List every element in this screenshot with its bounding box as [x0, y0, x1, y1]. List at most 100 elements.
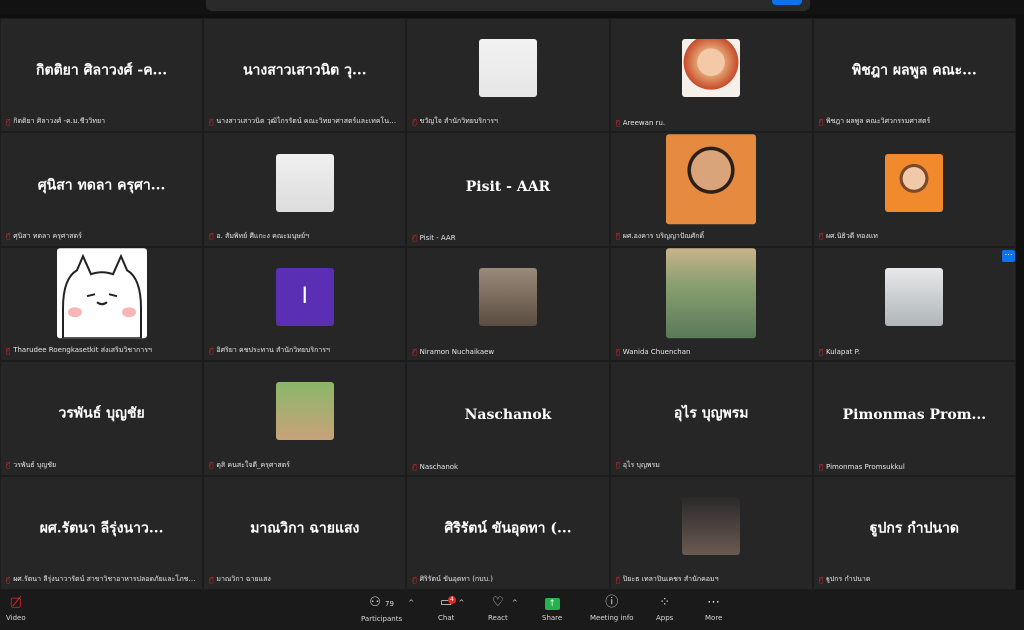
participant-tile[interactable]: ผศ.รัตนา ลีรุ่งนาว... 🎙̸ ผศ.รัตนา ลีรุ่งนา…: [0, 475, 204, 590]
participant-name: Naschanok: [419, 462, 459, 471]
participant-tile[interactable]: 🎙̸ ผศ.องคาร บริญญาปัณศักดิ์: [609, 132, 813, 247]
mic-muted-icon: 🎙̸: [209, 575, 214, 584]
participant-name-label: 🎙̸ Naschanok: [412, 463, 602, 471]
participant-name: Tharudee Roengkasetkit ส่งเสริมวิชาการฯ: [13, 346, 152, 355]
mic-muted-icon: 🎙̸: [615, 461, 620, 470]
mic-muted-icon: 🎙̸: [209, 117, 214, 126]
avatar-initial: I: [301, 284, 309, 310]
search-bar[interactable]: [206, 0, 810, 11]
mic-muted-icon: 🎙̸: [412, 575, 417, 584]
avatar: [275, 382, 334, 441]
share-button[interactable]: ↑ Share: [542, 595, 562, 622]
chat-button[interactable]: ▭ 4 Chat ^: [438, 595, 464, 622]
participant-display-name: พิชฎา ผลพูล คณะ...: [851, 62, 977, 79]
participant-tile[interactable]: I 🎙̸ อิศริยา คชประทาน สำนักวิทยบริการฯ: [203, 246, 407, 362]
participant-tile[interactable]: กิตติยา ศิลาวงศ์ -ค... 🎙̸ กิตติยา ศิลาวงศ์…: [0, 18, 204, 133]
chat-badge: 4: [448, 596, 456, 604]
participant-tile[interactable]: 🎙̸ Niramon Nuchaikaew: [406, 246, 610, 362]
participant-tile[interactable]: Naschanok 🎙̸ Naschanok: [406, 361, 610, 476]
participant-tile[interactable]: อุไร บุญพรม 🎙̸ อุไร บุญพรม: [609, 361, 813, 476]
more-button[interactable]: ⋯ More: [705, 595, 722, 622]
participant-name: ผศ.นิธิวดี ทองแท: [826, 231, 878, 240]
participant-tile[interactable]: ศิริรัตน์ ขันอุดทา (... 🎙̸ ศิริรัตน์ ขันอุ…: [406, 475, 610, 590]
participant-name-label: 🎙̸ Areewan ru.: [616, 119, 806, 127]
participant-tile[interactable]: 🎙̸ ขวัญใจ สำนักวิทยบริการฯ: [406, 18, 610, 133]
participant-tile[interactable]: ฐูปกร กำปนาด 🎙̸ ฐูปกร กำปนาด: [812, 475, 1016, 590]
participant-name-label: 🎙̸ ฐูปกร กำปนาด: [819, 574, 1009, 585]
mic-muted-icon: 🎙̸: [6, 232, 11, 241]
participant-name: ผศ.องคาร บริญญาปัณศักดิ์: [622, 231, 705, 240]
mic-muted-icon: 🎙̸: [615, 119, 620, 128]
participant-tile[interactable]: ศุนิสา ทดลา ครุศา... 🎙̸ ศุนิสา ทดลา ครุศาส…: [0, 132, 204, 247]
participant-tile[interactable]: 🎙̸ Kulapat P.: [812, 246, 1016, 362]
mic-muted-icon: 🎙̸: [818, 348, 823, 357]
participant-name-label: 🎙̸ วรพันธ์ บุญชัย: [6, 460, 196, 471]
avatar: [275, 153, 334, 212]
mic-muted-icon: 🎙̸: [412, 462, 417, 471]
chat-caret-icon[interactable]: ^: [458, 599, 464, 607]
participant-display-name: Naschanok: [464, 407, 552, 424]
participant-tile[interactable]: 🎙̸ ดุสิ คนสะใจดี_ครุศาสตร์: [203, 361, 407, 476]
top-bar: [0, 0, 1024, 14]
participant-name-label: 🎙̸ Pisit - AAR: [412, 234, 602, 242]
mic-muted-icon: 🎙̸: [615, 232, 620, 241]
participant-name: กิตติยา ศิลาวงศ์ -ค.ม.ชีววิทยา: [13, 117, 106, 126]
participant-name-label: 🎙̸ Pimonmas Promsukkul: [819, 463, 1009, 471]
participant-name-label: 🎙̸ ผศ.นิธิวดี ทองแท: [819, 231, 1009, 242]
react-caret-icon[interactable]: ^: [512, 599, 518, 607]
meeting-info-button[interactable]: ⓘ Meeting info: [590, 595, 634, 622]
participant-display-name: Pisit - AAR: [465, 178, 551, 195]
participant-name-label: 🎙̸ ขวัญใจ สำนักวิทยบริการฯ: [412, 116, 602, 127]
participant-tile[interactable]: พิชฎา ผลพูล คณะ... 🎙̸ พิชฎา ผลพูล คณะวิศวก…: [812, 18, 1016, 133]
participant-tile[interactable]: 🎙̸ ผศ.นิธิวดี ทองแท: [812, 132, 1016, 247]
share-label: Share: [542, 614, 563, 622]
participant-tile[interactable]: 🎙̸ Areewan ru.: [609, 18, 813, 133]
mic-muted-icon: 🎙̸: [6, 575, 11, 584]
participant-tile[interactable]: 🎙̸ Wanida Chuenchan: [609, 246, 813, 362]
mic-muted-icon: 🎙̸: [6, 461, 11, 470]
participant-name: ฐูปกร กำปนาด: [826, 575, 871, 583]
participant-name: Wanida Chuenchan: [622, 348, 691, 357]
participant-tile[interactable]: Pisit - AAR 🎙̸ Pisit - AAR: [406, 132, 610, 247]
participant-name: Niramon Nuchaikaew: [419, 348, 495, 357]
video-off-icon: ▢̸: [9, 595, 22, 610]
participant-name-label: 🎙̸ ผศ.รัตนา ลีรุ่งนาวารัตน์ สาขาวิชาอาหาร…: [6, 574, 196, 585]
video-button[interactable]: ▢̸ Video: [6, 595, 26, 622]
mic-muted-icon: 🎙̸: [412, 233, 417, 242]
search-button[interactable]: [772, 0, 802, 5]
mic-muted-icon: 🎙̸: [209, 461, 214, 470]
mic-muted-icon: 🎙̸: [615, 575, 620, 584]
more-label: More: [705, 614, 723, 622]
participant-name: อุไร บุญพรม: [622, 460, 660, 469]
participant-tile[interactable]: 🎙̸ ปิยะธ เทลาปินเคชร สำนักคอมฯ: [609, 475, 813, 590]
participants-caret-icon[interactable]: ^: [408, 599, 414, 607]
participant-tile[interactable]: 🎙̸ อ. สัมพิทย์ ศีแกะง คณะมนุษย์ฯ: [203, 132, 407, 247]
participant-name: อ. สัมพิทย์ ศีแกะง คณะมนุษย์ฯ: [216, 231, 310, 240]
react-button[interactable]: ♡ React ^: [488, 595, 518, 622]
participant-name-label: 🎙̸ นางสาวเสาวนิต วุฒิไกรรัตน์ คณะวิทยาศาส…: [209, 116, 399, 127]
participant-name: มาณวิกา ฉายแสง: [216, 575, 271, 583]
more-participants-icon[interactable]: ⋯: [1002, 250, 1015, 262]
participant-name: ผศ.รัตนา ลีรุ่งนาวารัตน์ สาขาวิชาอาหารปล…: [13, 575, 197, 583]
participant-name: ศิริรัตน์ ขันอุดทา (กบบ.): [419, 575, 494, 583]
mic-muted-icon: 🎙̸: [412, 348, 417, 357]
participant-tile[interactable]: 🎙̸ Tharudee Roengkasetkit ส่งเสริมวิชาการ…: [0, 246, 204, 362]
avatar: [885, 268, 944, 327]
react-label: React: [488, 614, 508, 622]
participant-tile[interactable]: Pimonmas Prom... 🎙̸ Pimonmas Promsukkul: [812, 361, 1016, 476]
mic-muted-icon: 🎙̸: [818, 462, 823, 471]
participants-count: 79: [385, 600, 394, 608]
participant-tile[interactable]: มาณวิกา ฉายแสง 🎙̸ มาณวิกา ฉายแสง: [203, 475, 407, 590]
participant-name-label: 🎙̸ ดุสิ คนสะใจดี_ครุศาสตร์: [209, 460, 399, 471]
participants-button[interactable]: ⚇ 79 Participants ^: [361, 595, 414, 623]
participant-name-label: 🎙̸ อ. สัมพิทย์ ศีแกะง คณะมนุษย์ฯ: [209, 231, 399, 242]
apps-button[interactable]: ⁘ Apps: [656, 595, 673, 622]
participant-name-label: 🎙̸ Tharudee Roengkasetkit ส่งเสริมวิชาการ…: [6, 345, 196, 356]
share-icon: ↑: [542, 595, 562, 611]
mic-muted-icon: 🎙̸: [209, 232, 214, 241]
mic-muted-icon: 🎙̸: [818, 575, 823, 584]
participant-tile[interactable]: วรพันธ์ บุญชัย 🎙̸ วรพันธ์ บุญชัย: [0, 361, 204, 476]
participant-tile[interactable]: นางสาวเสาวนิต วุ... 🎙̸ นางสาวเสาวนิต วุฒิไ…: [203, 18, 407, 133]
avatar: [478, 268, 537, 327]
mic-muted-icon: 🎙̸: [209, 346, 214, 355]
